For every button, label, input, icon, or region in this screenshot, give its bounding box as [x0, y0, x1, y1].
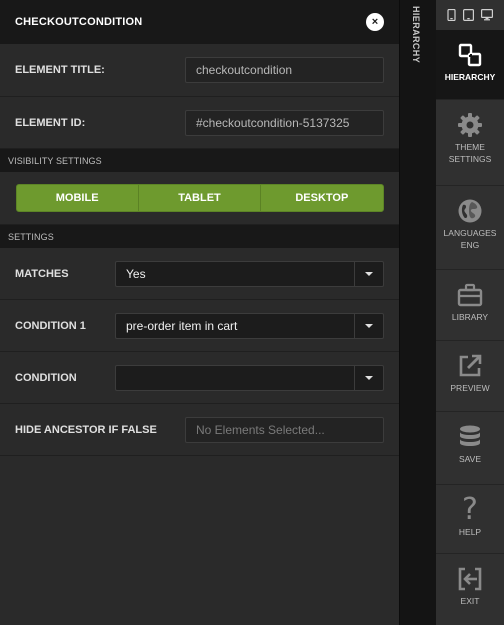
hierarchy-strip-tab[interactable]: HIERARCHY	[411, 6, 421, 63]
toolbar-help-button[interactable]: ? HELP	[436, 485, 504, 554]
languages-label-line2: ENG	[460, 240, 480, 250]
panel-title: CHECKOUTCONDITION	[15, 16, 143, 28]
device-switcher	[436, 0, 504, 30]
toolbar-save-button[interactable]: SAVE	[436, 412, 504, 485]
element-title-label: ELEMENT TITLE:	[15, 64, 105, 76]
condition-label: CONDITION	[15, 371, 77, 384]
toolbar-save-label: SAVE	[458, 454, 482, 464]
chevron-down-icon	[365, 375, 373, 380]
briefcase-icon	[457, 282, 483, 308]
close-icon: ×	[371, 15, 379, 28]
matches-row: MATCHES Yes	[0, 248, 399, 300]
toolbar-preview-label: PREVIEW	[450, 383, 490, 393]
theme-label-line1: THEME	[455, 142, 485, 152]
toolbar-languages-button[interactable]: LANGUAGES ENG	[436, 186, 504, 270]
mobile-icon[interactable]	[447, 9, 456, 21]
toolbar-hierarchy-label: HIERARCHY	[444, 72, 496, 82]
panel-header: CHECKOUTCONDITION ×	[0, 0, 399, 44]
condition1-label: CONDITION 1	[15, 319, 86, 332]
condition-select[interactable]	[115, 364, 384, 391]
visibility-desktop-button[interactable]: DESKTOP	[260, 185, 382, 211]
toolbar-exit-label: EXIT	[460, 596, 480, 606]
matches-label: MATCHES	[15, 267, 69, 280]
element-id-input[interactable]	[185, 109, 384, 136]
question-icon: ?	[462, 492, 478, 527]
close-button[interactable]: ×	[366, 13, 384, 31]
right-toolbar: HIERARCHY THEME SETTINGS LANGUAGES ENG L…	[436, 0, 504, 625]
visibility-settings-header: VISIBILITY SETTINGS	[0, 149, 399, 172]
visibility-row: MOBILE TABLET DESKTOP	[0, 172, 399, 225]
toolbar-preview-button[interactable]: PREVIEW	[436, 341, 504, 412]
database-icon	[458, 424, 482, 450]
element-title-input[interactable]	[185, 57, 384, 83]
element-title-row: ELEMENT TITLE:	[0, 44, 399, 97]
question-glyph: ?	[462, 492, 478, 527]
languages-label-line1: LANGUAGES	[443, 228, 497, 238]
tablet-icon[interactable]	[463, 9, 474, 21]
toolbar-theme-settings-label: THEME SETTINGS	[449, 141, 492, 165]
matches-select[interactable]: Yes	[115, 260, 384, 287]
gear-icon	[457, 112, 483, 138]
chevron-down-icon	[365, 271, 373, 276]
toolbar-theme-settings-button[interactable]: THEME SETTINGS	[436, 100, 504, 186]
visibility-tablet-button[interactable]: TABLET	[137, 185, 260, 211]
element-settings-panel: CHECKOUTCONDITION × ELEMENT TITLE: ELEME…	[0, 0, 399, 625]
hierarchy-icon	[458, 42, 482, 68]
settings-header: SETTINGS	[0, 225, 399, 248]
toolbar-languages-label: LANGUAGES ENG	[444, 227, 497, 251]
matches-dropdown-button[interactable]	[354, 261, 383, 286]
condition1-row: CONDITION 1 pre-order item in cart	[0, 300, 399, 352]
visibility-toggle-group: MOBILE TABLET DESKTOP	[15, 184, 384, 212]
desktop-icon[interactable]	[481, 9, 493, 21]
hide-ancestor-input[interactable]	[185, 416, 384, 443]
matches-select-value: Yes	[126, 266, 146, 281]
condition-dropdown-button[interactable]	[354, 365, 383, 390]
toolbar-library-label: LIBRARY	[451, 312, 489, 322]
element-id-row: ELEMENT ID:	[0, 97, 399, 149]
chevron-down-icon	[365, 323, 373, 328]
hide-ancestor-label: HIDE ANCESTOR IF FALSE	[15, 423, 157, 436]
toolbar-hierarchy-button[interactable]: HIERARCHY	[436, 30, 504, 100]
globe-icon	[457, 198, 483, 224]
toolbar-library-button[interactable]: LIBRARY	[436, 270, 504, 341]
condition1-dropdown-button[interactable]	[354, 313, 383, 338]
element-id-label: ELEMENT ID:	[15, 116, 86, 129]
hide-ancestor-row: HIDE ANCESTOR IF FALSE	[0, 404, 399, 456]
visibility-mobile-button[interactable]: MOBILE	[17, 185, 138, 211]
toolbar-help-label: HELP	[458, 527, 482, 537]
external-link-icon	[457, 353, 483, 379]
theme-label-line2: SETTINGS	[448, 154, 492, 164]
condition1-select[interactable]: pre-order item in cart	[115, 312, 384, 339]
condition1-select-value: pre-order item in cart	[126, 318, 238, 333]
condition-row: CONDITION	[0, 352, 399, 404]
toolbar-exit-button[interactable]: EXIT	[436, 554, 504, 625]
exit-icon	[457, 566, 483, 592]
hierarchy-strip: HIERARCHY	[399, 0, 436, 625]
